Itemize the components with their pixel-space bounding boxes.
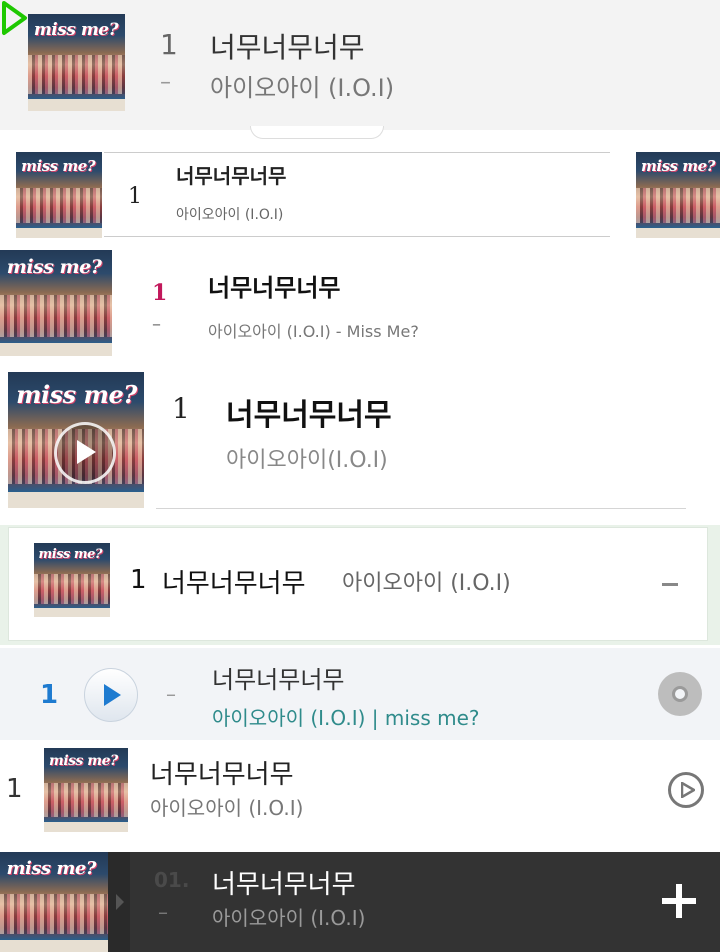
album-cover: miss me?: [28, 14, 125, 111]
album-cover-side: miss me?: [636, 152, 720, 238]
song-title: 너무너무너무: [150, 760, 294, 790]
artist-name: 아이오아이 (I.O.I): [150, 796, 304, 820]
rank-change: –: [166, 682, 176, 706]
album-logo: miss me?: [38, 547, 103, 563]
play-icon: [104, 684, 121, 706]
song-title: 너무너무너무: [212, 870, 356, 900]
artist-name: 아이오아이 (I.O.I): [176, 207, 284, 223]
rank-number: 1: [6, 774, 23, 804]
chart-row-6[interactable]: 1 – 너무너무너무 아이오아이 (I.O.I) | miss me?: [0, 648, 720, 740]
song-title: 너무너무너무: [208, 274, 341, 302]
play-icon: [77, 440, 96, 464]
album-cover: miss me?: [44, 748, 128, 832]
song-title: 너무너무너무: [162, 569, 306, 599]
play-circle-icon[interactable]: [668, 772, 704, 808]
artist-name: 아이오아이 (I.O.I) - Miss Me?: [208, 322, 419, 341]
chart-row-1[interactable]: miss me? 1 – 너무너무너무 아이오아이 (I.O.I): [0, 0, 720, 130]
rank-number: 01.: [154, 868, 190, 892]
album-cover: miss me?: [0, 250, 112, 356]
rank-number: 1: [40, 680, 59, 710]
chart-row-5[interactable]: miss me? 1 너무너무너무 아이오아이 (I.O.I): [0, 525, 720, 645]
album-logo: miss me?: [16, 380, 137, 410]
song-title: 너무너무너무: [226, 398, 392, 433]
album-logo: miss me?: [33, 19, 119, 40]
rank-change: –: [152, 314, 161, 335]
album-cover: miss me?: [16, 152, 102, 238]
artist-name: 아이오아이 (I.O.I): [212, 906, 366, 930]
chart-row-4[interactable]: miss me? 1 너무너무너무 아이오아이(I.O.I): [0, 360, 720, 525]
album-logo: miss me?: [641, 157, 715, 176]
album-cover: miss me?: [0, 852, 108, 952]
rank-number: 1: [160, 28, 178, 61]
chevron-right-icon: [116, 894, 124, 910]
pull-handle: [250, 126, 384, 139]
song-title: 너무너무너무: [212, 666, 345, 694]
rank-number: 1: [128, 184, 142, 209]
chart-row-2[interactable]: miss me? 1 너무너무너무 아이오아이 (I.O.I) miss me?: [0, 140, 720, 250]
chart-row-3[interactable]: miss me? 1 – 너무너무너무 아이오아이 (I.O.I) - Miss…: [0, 250, 720, 360]
chart-row-8[interactable]: miss me? 01. – 너무너무너무 아이오아이 (I.O.I): [0, 852, 720, 952]
artist-name: 아이오아이(I.O.I): [226, 448, 388, 473]
play-triangle-icon[interactable]: [0, 0, 28, 36]
rank-number: 1: [130, 565, 147, 595]
rank-number: 1: [172, 392, 190, 425]
album-cover: miss me?: [34, 543, 110, 617]
divider: [156, 508, 686, 509]
play-overlay-button[interactable]: [54, 422, 116, 484]
rank-change: –: [158, 900, 168, 924]
rank-change-icon: [662, 583, 678, 586]
song-title: 너무너무너무: [210, 31, 365, 64]
chart-row-7[interactable]: 1 miss me? 너무너무너무 아이오아이 (I.O.I): [0, 740, 720, 850]
album-logo: miss me?: [21, 157, 96, 176]
rank-number: 1: [152, 280, 168, 306]
album-logo: miss me?: [6, 256, 102, 279]
album-logo: miss me?: [49, 753, 118, 770]
album-logo: miss me?: [6, 858, 96, 879]
artist-album: 아이오아이 (I.O.I) | miss me?: [212, 706, 480, 730]
cd-icon[interactable]: [658, 672, 702, 716]
play-button[interactable]: [84, 668, 138, 722]
song-title: 너무너무너무: [176, 164, 287, 188]
rank-change: –: [160, 70, 171, 95]
album-cover: miss me?: [8, 372, 144, 508]
add-icon[interactable]: [662, 884, 696, 918]
artist-name: 아이오아이 (I.O.I): [210, 74, 395, 102]
artist-name: 아이오아이 (I.O.I): [342, 571, 511, 596]
